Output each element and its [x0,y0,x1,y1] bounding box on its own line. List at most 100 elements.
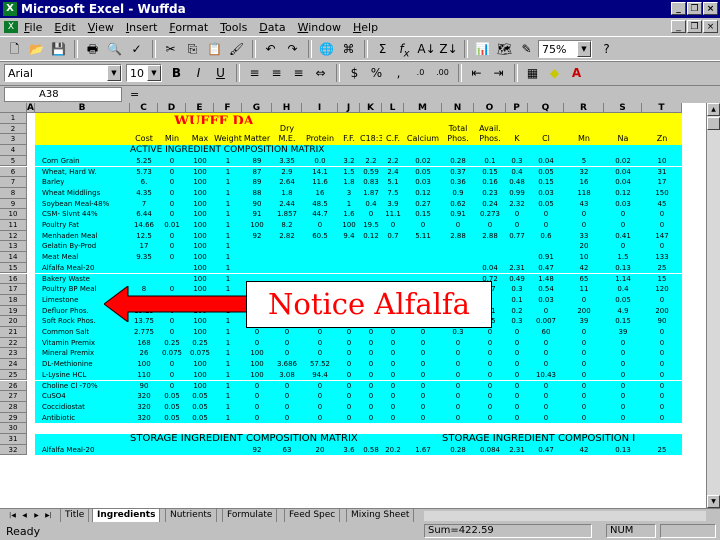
font-size-select[interactable]: 10 ▼ [126,64,162,82]
cell[interactable]: 0.05 [186,391,214,402]
cell[interactable]: 0 [642,413,682,424]
fill-color-icon[interactable]: ◆ [544,63,565,83]
cell[interactable]: 0 [442,359,474,370]
cell[interactable]: 0.48 [506,177,528,188]
row-header-6[interactable]: 6 [0,166,27,178]
cell[interactable]: 0 [360,402,382,413]
cell[interactable]: 3.35 [272,156,302,167]
cell[interactable]: 0 [528,381,564,392]
cell[interactable]: 0 [474,220,506,231]
cell[interactable]: 1 [214,167,242,178]
cell[interactable]: 0 [604,220,642,231]
cell[interactable]: 1 [214,338,242,349]
cell[interactable]: 1 [214,188,242,199]
cell[interactable]: 0 [382,338,404,349]
cell[interactable]: 1 [214,370,242,381]
cell[interactable]: 0.49 [506,274,528,285]
cell[interactable]: 0 [642,338,682,349]
copy-icon[interactable]: ⎘ [182,39,203,59]
cell[interactable]: 0 [604,241,642,252]
cell[interactable]: 0 [564,220,604,231]
column-header-b[interactable]: B [35,103,130,113]
column-header-j[interactable]: J [338,103,360,113]
cell[interactable]: 1 [214,359,242,370]
cell[interactable]: 0 [272,391,302,402]
cell[interactable]: 0 [158,370,186,381]
cell[interactable]: 0 [404,413,442,424]
cell[interactable]: 11.1 [382,209,404,220]
menu-window[interactable]: Window [298,21,341,34]
row-header-10[interactable]: 10 [0,209,27,220]
cell[interactable]: 320 [130,391,158,402]
cell[interactable]: 15 [642,274,682,285]
name-box[interactable]: A38 [4,87,122,102]
cell[interactable]: 43 [564,199,604,210]
cell[interactable]: 11 [564,284,604,295]
row-header-17[interactable]: 17 [0,284,27,295]
cell[interactable]: 0 [564,381,604,392]
cell[interactable]: Wheat Middlings [35,188,130,199]
cell[interactable]: 0 [302,402,338,413]
tab-mixing-sheet[interactable]: Mixing Sheet [346,509,415,523]
cell[interactable]: 0 [642,381,682,392]
cell[interactable]: 0.59 [360,167,382,178]
cell[interactable]: 0 [338,402,360,413]
cell[interactable]: 14.1 [302,167,338,178]
cell[interactable]: 25 [642,263,682,274]
cell[interactable]: 0 [272,327,302,338]
scroll-up-icon[interactable]: ▲ [707,103,720,116]
cell[interactable]: 9.35 [130,252,158,263]
row-header-32[interactable]: 32 [0,444,27,456]
menu-view[interactable]: View [88,21,114,34]
cell[interactable]: 0 [338,348,360,359]
cell[interactable]: 100 [186,263,214,274]
cell[interactable]: 0 [564,402,604,413]
cell[interactable]: 0 [506,413,528,424]
cell[interactable]: 0 [474,327,506,338]
row-header-5[interactable]: 5 [0,155,27,167]
menu-format[interactable]: Format [169,21,208,34]
cell[interactable]: 0.91 [528,252,564,263]
cell[interactable]: 0 [382,402,404,413]
cell[interactable]: 3.08 [272,370,302,381]
cell[interactable]: 0 [404,348,442,359]
cell[interactable]: 90 [242,199,272,210]
column-header-p[interactable]: P [506,103,528,113]
tab-formulate[interactable]: Formulate [222,509,278,523]
cell[interactable]: 0 [382,348,404,359]
cell[interactable]: 0 [338,413,360,424]
cell[interactable]: Choline Cl -70% [35,381,130,392]
cell[interactable]: 100 [186,241,214,252]
cell[interactable]: 1.48 [528,274,564,285]
column-header-s[interactable]: S [604,103,642,113]
cell[interactable]: 1.8 [272,188,302,199]
save-icon[interactable]: 💾 [48,39,69,59]
cell[interactable]: 0.62 [442,199,474,210]
cell[interactable]: 1 [214,274,242,285]
cell[interactable]: 0.02 [604,156,642,167]
cell[interactable]: CSM- Slvnt 44% [35,209,130,220]
cell[interactable]: 0 [404,370,442,381]
comma-icon[interactable]: , [388,63,409,83]
cell[interactable]: 0 [158,241,186,252]
cell[interactable]: Antibiotic [35,413,130,424]
cell[interactable]: 10 [564,252,604,263]
cell[interactable]: 0.47 [528,445,564,456]
row-header-23[interactable]: 23 [0,348,27,360]
tab-ingredients[interactable]: Ingredients [92,509,161,523]
increase-indent-icon[interactable]: ⇥ [488,63,509,83]
cell[interactable]: 0.77 [506,231,528,242]
cell[interactable]: 0 [158,327,186,338]
cell[interactable]: 10 [642,156,682,167]
cell[interactable]: 1.5 [604,252,642,263]
row-header-29[interactable]: 29 [0,412,27,424]
cell[interactable]: 1 [214,348,242,359]
cell[interactable]: Mineral Premix [35,348,130,359]
cell[interactable]: 0 [272,338,302,349]
cell[interactable]: 0.23 [474,188,506,199]
cell[interactable]: 0.0 [302,156,338,167]
cell[interactable]: 5.1 [382,177,404,188]
function-icon[interactable]: fx [394,39,415,59]
cell[interactable]: 1 [214,156,242,167]
cell[interactable]: 0 [158,199,186,210]
